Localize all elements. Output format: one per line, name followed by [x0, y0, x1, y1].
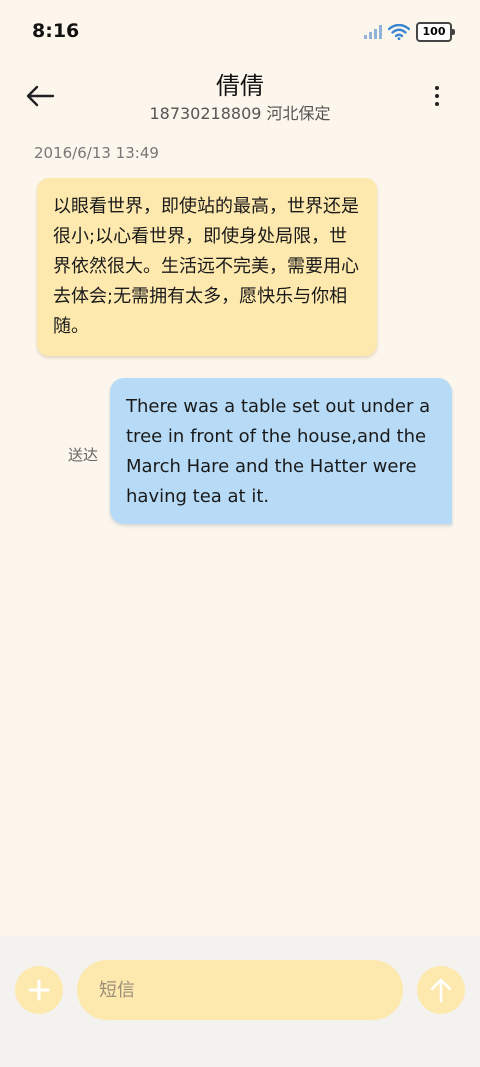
compose-bar — [0, 936, 480, 1067]
incoming-message-bubble[interactable]: 以眼看世界，即使站的最高，世界还是很小;以心看世界，即使身处局限，世界依然很大。… — [37, 178, 377, 356]
sms-conversation-screen: 8:16 100 倩倩 18730218809 河北保定 2016/6/13 1… — [0, 0, 480, 1067]
plus-icon — [28, 979, 50, 1001]
more-options-button[interactable] — [426, 78, 448, 114]
conversation-header: 倩倩 18730218809 河北保定 — [0, 64, 480, 130]
status-bar: 8:16 100 — [0, 0, 480, 64]
more-vertical-icon — [435, 86, 439, 90]
signal-icon — [364, 25, 382, 39]
battery-icon: 100 — [416, 22, 455, 42]
status-time: 8:16 — [32, 20, 80, 42]
message-timestamp: 2016/6/13 13:49 — [34, 144, 159, 162]
send-button[interactable] — [417, 966, 465, 1014]
sms-input[interactable] — [77, 960, 403, 1020]
add-attachment-button[interactable] — [15, 966, 63, 1014]
status-icons: 100 — [364, 22, 455, 42]
delivery-status: 送达 — [68, 446, 99, 464]
outgoing-message-bubble[interactable]: There was a table set out under a tree i… — [110, 378, 452, 524]
contact-phone-location: 18730218809 河北保定 — [149, 104, 331, 123]
send-arrow-up-icon — [430, 978, 452, 1003]
wifi-icon — [388, 24, 410, 40]
contact-name: 倩倩 — [216, 72, 264, 100]
